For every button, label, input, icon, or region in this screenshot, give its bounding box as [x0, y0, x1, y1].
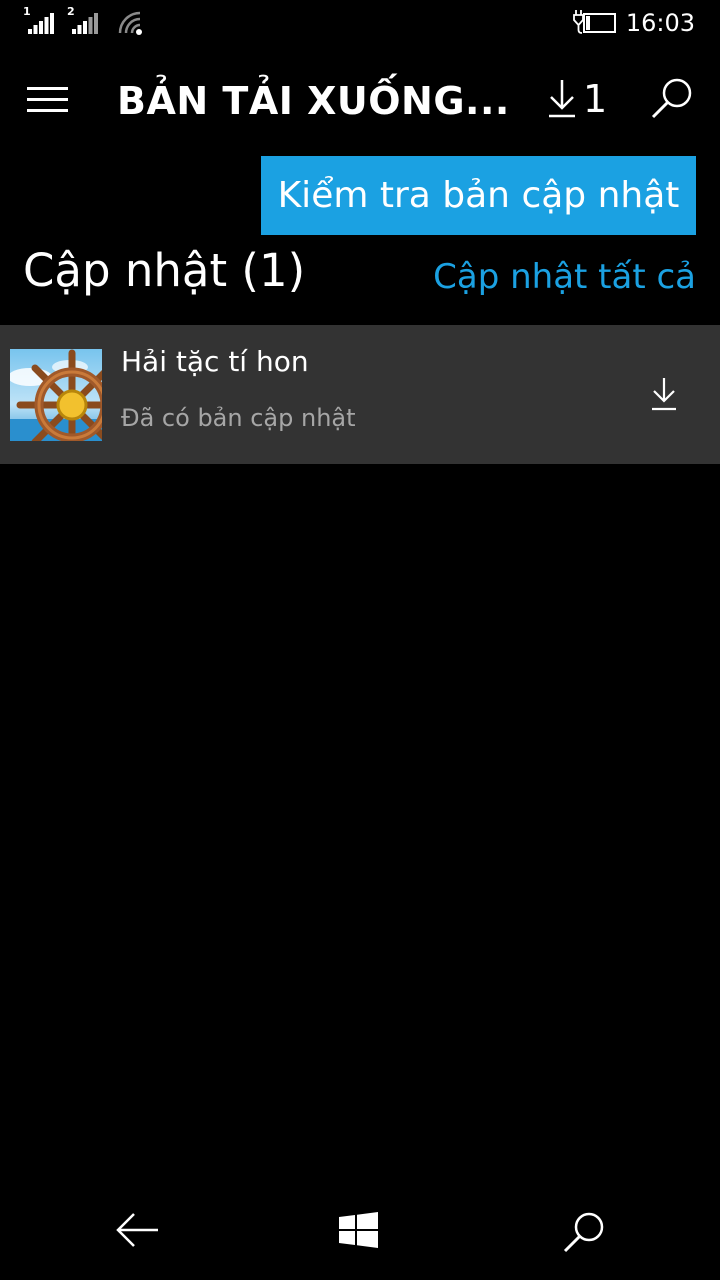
battery-charging-icon	[573, 10, 616, 34]
app-update-status: Đã có bản cập nhật	[121, 404, 356, 432]
download-arrow-icon[interactable]	[547, 78, 577, 118]
search-icon[interactable]	[562, 1210, 606, 1254]
wifi-icon	[118, 11, 142, 35]
ship-wheel-app-icon	[10, 349, 102, 441]
clock: 16:03	[625, 9, 695, 37]
status-bar: 1 2 16:03	[0, 0, 720, 48]
page-title: BẢN TẢI XUỐNG...	[117, 79, 510, 123]
navigation-bar	[0, 1180, 720, 1280]
windows-logo-icon[interactable]	[339, 1212, 379, 1250]
search-icon[interactable]	[650, 76, 694, 120]
hamburger-menu-icon[interactable]	[27, 86, 69, 114]
list-item[interactable]: Hải tặc tí hon Đã có bản cập nhật	[0, 325, 720, 464]
download-count[interactable]: 1	[583, 76, 607, 122]
section-title: Cập nhật (1)	[23, 244, 306, 297]
signal-strength-sim2-icon	[72, 13, 98, 34]
signal-strength-sim1-icon	[28, 13, 54, 34]
back-arrow-icon[interactable]	[114, 1210, 160, 1250]
download-arrow-icon[interactable]	[648, 376, 680, 412]
check-updates-button[interactable]: Kiểm tra bản cập nhật	[261, 156, 696, 235]
app-name: Hải tặc tí hon	[121, 345, 309, 378]
app-header: BẢN TẢI XUỐNG... 1	[0, 56, 720, 140]
update-all-link[interactable]: Cập nhật tất cả	[433, 252, 696, 302]
